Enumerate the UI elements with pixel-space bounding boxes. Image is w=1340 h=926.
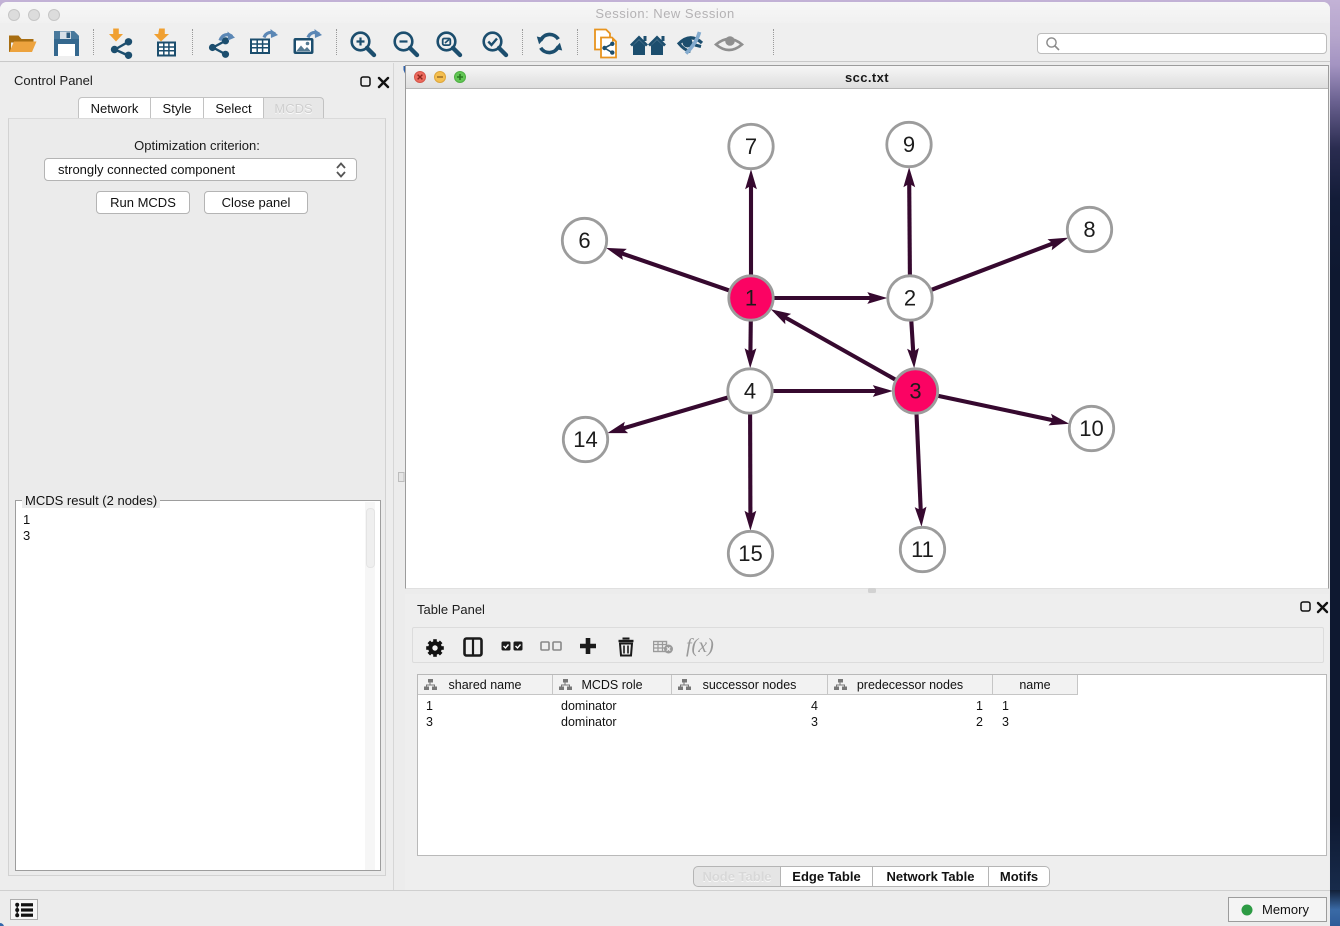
svg-text:3: 3 [909,378,921,403]
svg-text:6: 6 [578,228,590,253]
svg-text:1: 1 [745,285,757,310]
svg-text:7: 7 [745,134,757,159]
svg-text:15: 15 [738,541,762,566]
svg-text:2: 2 [904,285,916,310]
svg-text:9: 9 [903,132,915,157]
svg-text:10: 10 [1079,416,1103,441]
svg-text:8: 8 [1083,217,1095,242]
svg-text:11: 11 [911,537,934,562]
svg-text:4: 4 [744,378,756,403]
svg-text:14: 14 [573,427,597,452]
